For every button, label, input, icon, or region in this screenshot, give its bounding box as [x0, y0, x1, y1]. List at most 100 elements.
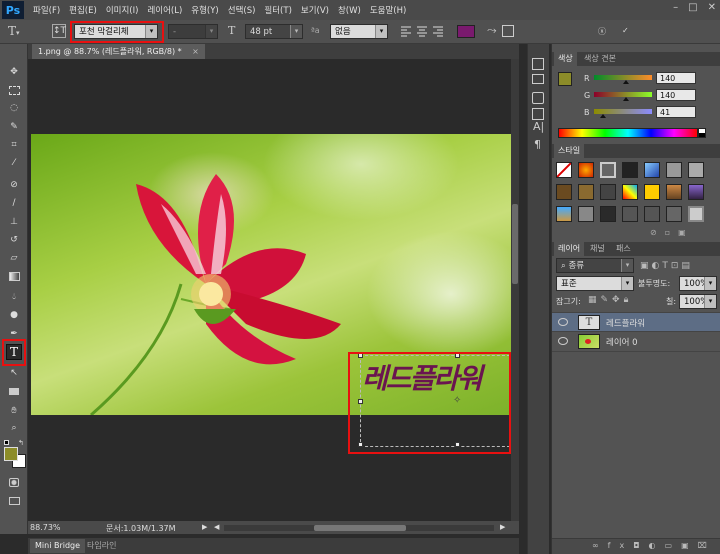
- green-value[interactable]: 140: [656, 89, 696, 101]
- menu-window[interactable]: 창(W): [338, 4, 361, 16]
- styles-footer-icons[interactable]: ⊘▫▣: [650, 228, 694, 237]
- horizontal-scroll-thumb[interactable]: [314, 525, 406, 531]
- tab-paths[interactable]: 패스: [612, 242, 635, 256]
- gradient-tool-icon[interactable]: [6, 268, 22, 284]
- layers-footer-icons[interactable]: ∞fx◘◐▭▣⌧: [592, 541, 716, 550]
- character-panel-icon[interactable]: [502, 25, 514, 37]
- style-swatch[interactable]: [688, 206, 704, 222]
- style-swatch[interactable]: [578, 184, 594, 200]
- move-tool-icon[interactable]: ✥: [6, 64, 22, 80]
- layer-row-text[interactable]: T 레드플라워: [552, 312, 720, 332]
- layer-row-image[interactable]: 레이어 0: [552, 332, 720, 352]
- character-panel-icon[interactable]: A|: [533, 120, 544, 133]
- document-tab[interactable]: 1.png @ 88.7% (레드플라워, RGB/8) * ×: [32, 44, 205, 59]
- crop-tool-icon[interactable]: ⌗: [6, 137, 22, 153]
- menu-file[interactable]: 파일(F): [33, 4, 60, 16]
- antialias-select[interactable]: 없음 ▾: [330, 24, 388, 39]
- blue-value[interactable]: 41: [656, 106, 696, 118]
- close-button[interactable]: ✕: [708, 2, 716, 13]
- close-tab-icon[interactable]: ×: [192, 47, 199, 56]
- menu-image[interactable]: 이미지(I): [106, 4, 139, 16]
- opacity-field[interactable]: 100% ▾: [679, 276, 717, 291]
- brush-tool-icon[interactable]: ∕: [6, 195, 22, 211]
- style-swatch[interactable]: [556, 206, 572, 222]
- warp-text-icon[interactable]: ⤳: [487, 23, 497, 38]
- eye-icon[interactable]: [558, 318, 568, 326]
- type-tool-preset-icon[interactable]: T▾: [8, 24, 20, 38]
- green-slider-thumb[interactable]: [622, 97, 629, 101]
- tab-styles[interactable]: 스타일: [554, 144, 585, 158]
- eraser-tool-icon[interactable]: ▱: [6, 250, 22, 266]
- vertical-scrollbar[interactable]: [511, 59, 519, 521]
- style-swatch[interactable]: [644, 206, 660, 222]
- blend-mode-select[interactable]: 표준 ▾: [556, 276, 634, 291]
- style-swatch[interactable]: [666, 184, 682, 200]
- style-swatch[interactable]: [600, 206, 616, 222]
- clone-stamp-tool-icon[interactable]: ⊥: [6, 214, 22, 230]
- style-swatch[interactable]: [622, 206, 638, 222]
- paragraph-panel-icon[interactable]: ¶: [534, 138, 541, 151]
- layer-name[interactable]: 레이어 0: [606, 336, 638, 348]
- font-family-select[interactable]: 포천 막걸리체 ▾: [74, 24, 158, 39]
- style-none[interactable]: [556, 162, 572, 178]
- style-swatch[interactable]: [666, 162, 682, 178]
- pen-tool-icon[interactable]: ✒︎: [6, 326, 22, 342]
- style-swatch[interactable]: [578, 162, 594, 178]
- style-swatch[interactable]: [556, 184, 572, 200]
- blue-slider-thumb[interactable]: [600, 114, 607, 118]
- tab-color[interactable]: 색상: [554, 52, 577, 66]
- style-swatch[interactable]: [644, 184, 660, 200]
- menu-filter[interactable]: 필터(T): [264, 4, 291, 16]
- canvas-text-layer[interactable]: 레드플라워: [362, 357, 483, 397]
- style-swatch[interactable]: [600, 162, 616, 178]
- red-value[interactable]: 140: [656, 72, 696, 84]
- zoom-level[interactable]: 88.73%: [30, 523, 61, 532]
- menu-view[interactable]: 보기(V): [301, 4, 329, 16]
- scroll-right-icon[interactable]: ▶: [500, 523, 505, 531]
- cancel-edit-icon[interactable]: ⓧ: [598, 26, 606, 37]
- style-swatch[interactable]: [622, 184, 638, 200]
- lock-icons[interactable]: ▦✎✥🔒︎: [588, 295, 632, 305]
- color-foreground-swatch[interactable]: [558, 72, 572, 86]
- maximize-button[interactable]: □: [688, 2, 697, 13]
- fill-field[interactable]: 100% ▾: [679, 294, 717, 309]
- style-swatch[interactable]: [644, 162, 660, 178]
- layer-filter-select[interactable]: ⌕ 종류 ▾: [556, 258, 634, 273]
- style-swatch[interactable]: [688, 184, 704, 200]
- status-menu-arrow-icon[interactable]: ▶: [202, 523, 207, 531]
- layer-name[interactable]: 레드플라워: [606, 317, 645, 329]
- color-spectrum-bar[interactable]: [558, 128, 698, 138]
- rectangle-tool-icon[interactable]: [6, 383, 22, 399]
- layer-filter-icons[interactable]: ▣◐T⊡▤: [640, 261, 693, 271]
- style-swatch[interactable]: [600, 184, 616, 200]
- quick-mask-icon[interactable]: [6, 474, 22, 490]
- horizontal-scrollbar[interactable]: [224, 525, 494, 531]
- properties-panel-icon[interactable]: [532, 74, 544, 84]
- style-swatch[interactable]: [688, 162, 704, 178]
- swap-colors-icon[interactable]: ↰: [18, 439, 24, 447]
- black-white-ramp[interactable]: [698, 128, 706, 138]
- history-brush-tool-icon[interactable]: ↺: [6, 232, 22, 248]
- style-swatch[interactable]: [666, 206, 682, 222]
- healing-brush-tool-icon[interactable]: ⊘: [6, 177, 22, 193]
- quick-select-tool-icon[interactable]: ✎: [6, 119, 22, 135]
- brush-presets-panel-icon[interactable]: [532, 108, 544, 120]
- align-right-icon[interactable]: [432, 25, 444, 37]
- history-panel-icon[interactable]: [532, 58, 544, 70]
- eyedropper-tool-icon[interactable]: ⁄: [6, 155, 22, 171]
- eye-icon[interactable]: [558, 337, 568, 345]
- tab-mini-bridge[interactable]: Mini Bridge: [30, 539, 86, 553]
- tab-layers[interactable]: 레이어: [554, 242, 585, 256]
- dodge-tool-icon[interactable]: ●: [6, 307, 22, 323]
- screen-mode-icon[interactable]: [6, 493, 22, 509]
- menu-edit[interactable]: 편집(E): [69, 4, 97, 16]
- style-swatch[interactable]: [578, 206, 594, 222]
- foreground-color-swatch[interactable]: [4, 447, 18, 461]
- scroll-left-icon[interactable]: ◀: [214, 523, 219, 531]
- default-colors-icon[interactable]: [4, 440, 9, 445]
- vertical-scroll-thumb[interactable]: [512, 204, 518, 284]
- minimize-button[interactable]: –: [673, 2, 678, 13]
- type-tool-icon[interactable]: T: [6, 344, 22, 360]
- menu-help[interactable]: 도움말(H): [370, 4, 406, 16]
- tab-swatches[interactable]: 색상 견본: [580, 52, 620, 66]
